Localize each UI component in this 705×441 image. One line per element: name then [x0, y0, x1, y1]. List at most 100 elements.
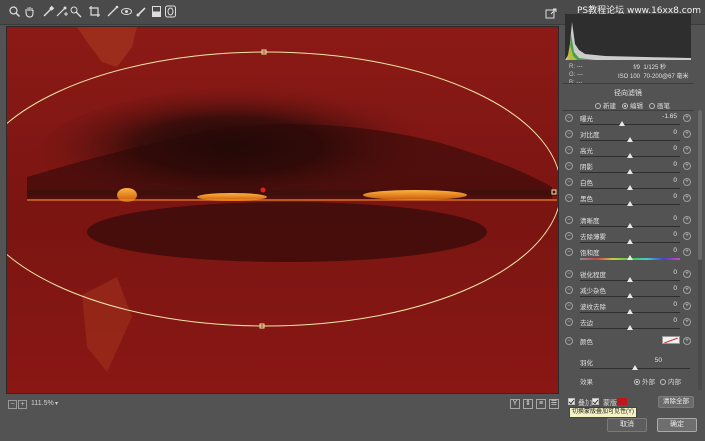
slider-thumb[interactable]	[627, 309, 633, 314]
decrease-icon[interactable]: −	[565, 270, 573, 278]
slider-thumb[interactable]	[627, 239, 633, 244]
swap-view-icon[interactable]: ⇕	[523, 399, 533, 409]
slider-value[interactable]: 0	[673, 129, 677, 136]
effect-inside-option[interactable]: 内部	[660, 376, 681, 386]
hand-icon[interactable]	[23, 5, 36, 18]
feather-thumb[interactable]	[632, 365, 638, 370]
slider-value[interactable]: 0	[673, 285, 677, 292]
decrease-icon[interactable]: −	[565, 248, 573, 256]
decrease-icon[interactable]: −	[565, 178, 573, 186]
mode-brush[interactable]: 画笔	[649, 100, 670, 110]
copy-settings-icon[interactable]: ≡	[536, 399, 546, 409]
decrease-icon[interactable]: −	[565, 162, 573, 170]
target-adjust-icon[interactable]	[69, 5, 82, 18]
slider-label: 黑色	[580, 196, 593, 203]
slider-thumb[interactable]	[627, 185, 633, 190]
overlay-checkbox[interactable]	[568, 398, 575, 405]
crop-icon[interactable]	[88, 5, 101, 18]
increase-icon[interactable]: +	[683, 114, 691, 122]
slider-thumb[interactable]	[627, 223, 633, 228]
decrease-icon[interactable]: −	[565, 232, 573, 240]
slider-thumb[interactable]	[627, 325, 633, 330]
before-after-toggle-button[interactable]: Y	[510, 399, 520, 409]
mask-color-swatch[interactable]	[617, 398, 627, 405]
increase-icon[interactable]: +	[683, 302, 691, 310]
increase-icon[interactable]: +	[683, 146, 691, 154]
increase-icon[interactable]: +	[683, 286, 691, 294]
decrease-icon[interactable]: −	[565, 216, 573, 224]
slider-value[interactable]: 0	[673, 215, 677, 222]
redeye-icon[interactable]	[120, 5, 133, 18]
open-preferences-icon[interactable]	[545, 8, 557, 20]
slider-value[interactable]: 0	[673, 231, 677, 238]
slider-value[interactable]: 0	[673, 145, 677, 152]
feather-row: 羽化 50	[562, 356, 697, 372]
slider-track[interactable]	[580, 124, 680, 125]
slider-thumb[interactable]	[627, 293, 633, 298]
slider-value[interactable]: 0	[673, 269, 677, 276]
increase-icon[interactable]: +	[683, 232, 691, 240]
increase-icon[interactable]: +	[683, 248, 691, 256]
increase-icon[interactable]: +	[683, 178, 691, 186]
decrease-icon[interactable]: −	[565, 130, 573, 138]
slider-thumb[interactable]	[619, 121, 625, 126]
feather-value[interactable]: 50	[655, 357, 662, 364]
zoom-in-button[interactable]: +	[18, 400, 27, 409]
slider-value[interactable]: 0	[673, 193, 677, 200]
mask-checkbox[interactable]	[592, 398, 599, 405]
slider-row: − 去除薄雾 0 +	[562, 230, 697, 246]
slider-value[interactable]: -1.65	[662, 113, 677, 120]
straighten-icon[interactable]	[106, 5, 119, 18]
mode-new[interactable]: 新建	[595, 100, 616, 110]
color-swatch[interactable]	[662, 336, 680, 344]
exif-info: f/9 1/125 秒 ISO 100 70-200@67 毫米	[617, 65, 689, 80]
color-sampler-icon[interactable]	[55, 5, 68, 18]
increase-icon[interactable]: +	[683, 162, 691, 170]
slider-row: − 锐化程度 0 +	[562, 268, 697, 284]
zoom-dropdown-icon[interactable]: ▾	[55, 400, 58, 407]
increase-icon[interactable]: +	[683, 194, 691, 202]
increase-icon[interactable]: +	[683, 216, 691, 224]
zoom-out-button[interactable]: −	[8, 400, 17, 409]
slider-value[interactable]: 0	[673, 317, 677, 324]
clear-all-button[interactable]: 清除全部	[658, 396, 694, 408]
slider-value[interactable]: 0	[673, 301, 677, 308]
color-minus-icon[interactable]: −	[565, 337, 573, 345]
zoom-level[interactable]: 111.5%	[31, 400, 54, 407]
panel-scrollbar[interactable]	[698, 110, 702, 390]
slider-value[interactable]: 0	[673, 177, 677, 184]
slider-thumb[interactable]	[627, 277, 633, 282]
radial-filter-icon[interactable]	[164, 5, 177, 18]
effect-outside-option[interactable]: 外部	[634, 376, 655, 386]
preferences-icon[interactable]: ☰	[549, 399, 559, 409]
slider-thumb[interactable]	[627, 255, 633, 260]
increase-icon[interactable]: +	[683, 318, 691, 326]
increase-icon[interactable]: +	[683, 270, 691, 278]
mode-edit[interactable]: 编辑	[622, 100, 643, 110]
slider-thumb[interactable]	[627, 137, 633, 142]
scroll-thumb[interactable]	[698, 110, 702, 260]
radio-brush	[649, 103, 655, 109]
decrease-icon[interactable]: −	[565, 194, 573, 202]
image-preview[interactable]	[6, 26, 559, 394]
cancel-button[interactable]: 取消	[607, 418, 647, 432]
slider-value[interactable]: 0	[673, 247, 677, 254]
increase-icon[interactable]: +	[683, 130, 691, 138]
slider-thumb[interactable]	[627, 153, 633, 158]
zoom-icon[interactable]	[8, 5, 21, 18]
slider-row: − 曝光 -1.65 +	[562, 112, 697, 128]
decrease-icon[interactable]: −	[565, 146, 573, 154]
gradient-filter-icon[interactable]	[150, 5, 163, 18]
decrease-icon[interactable]: −	[565, 114, 573, 122]
slider-thumb[interactable]	[627, 201, 633, 206]
white-balance-icon[interactable]	[42, 5, 55, 18]
decrease-icon[interactable]: −	[565, 286, 573, 294]
brush-icon[interactable]	[135, 5, 148, 18]
ok-button[interactable]: 确定	[657, 418, 697, 432]
slider-thumb[interactable]	[627, 169, 633, 174]
slider-value[interactable]: 0	[673, 161, 677, 168]
slider-row: − 高光 0 +	[562, 144, 697, 160]
decrease-icon[interactable]: −	[565, 318, 573, 326]
color-plus-icon[interactable]: +	[683, 337, 691, 345]
decrease-icon[interactable]: −	[565, 302, 573, 310]
